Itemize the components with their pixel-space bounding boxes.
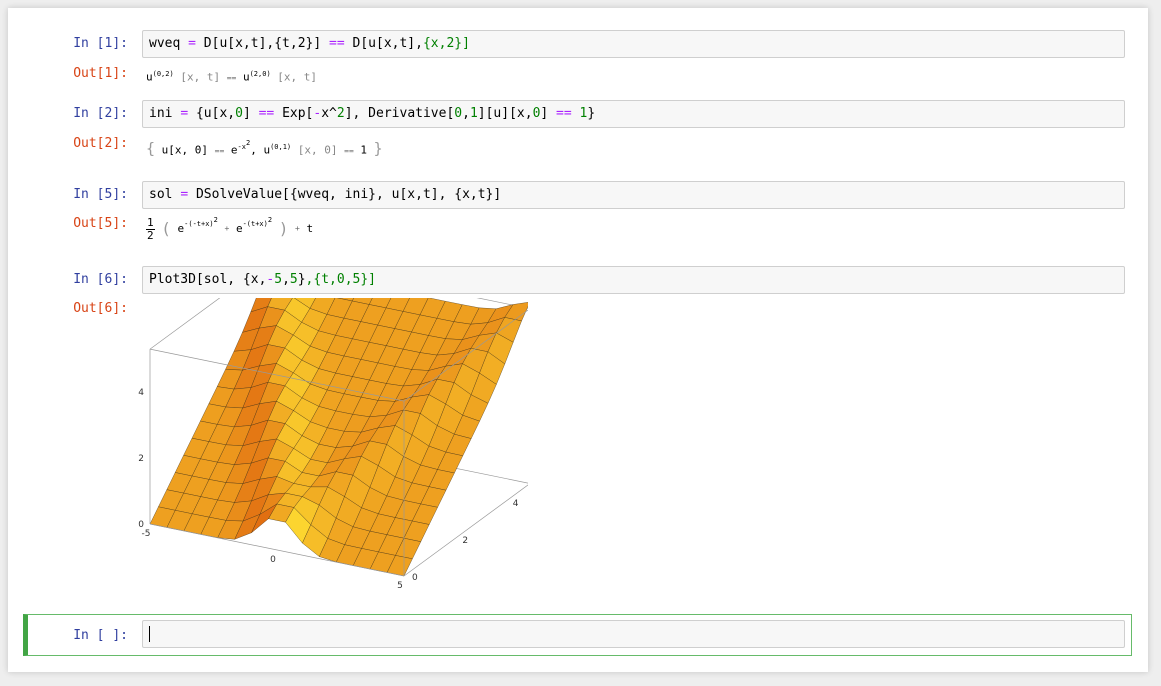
input-prompt-1: In [1]: (73, 36, 128, 51)
code-token: ] (242, 106, 259, 121)
output-sup: (0,1) (270, 143, 292, 151)
fraction-denominator: 2 (147, 228, 154, 242)
output-plus: + (224, 224, 230, 233)
code-token: ] (540, 106, 557, 121)
output-args: [x, 0] (297, 143, 338, 157)
tick-label: 5 (397, 581, 403, 591)
output-sup: 2 (245, 139, 251, 147)
code-token: 5 (289, 272, 298, 287)
output-brace: } (373, 139, 383, 158)
code-token: {u[x, (188, 106, 236, 121)
input-prompt-active: In [ ]: (73, 628, 128, 643)
code-token: 0 (235, 106, 243, 121)
output-sup: -(-t+x) (184, 220, 214, 228)
code-token: 5 (274, 272, 283, 287)
output-paren: ) (278, 219, 289, 238)
code-token: } (587, 106, 596, 121)
output-comma: , (250, 143, 257, 157)
output-5: 1 2 ( e-(-t+x)2 + e-(t+x)2 ) + t (146, 213, 313, 249)
plot3d-surface: 024-505024 (138, 298, 528, 591)
code-token: wveq (149, 36, 181, 51)
tick-label: 4 (138, 388, 144, 398)
code-token: 0 (336, 272, 345, 287)
output-prompt-6: Out[6]: (73, 301, 128, 316)
code-token: == (329, 36, 345, 51)
output-paren: ( (161, 219, 171, 238)
code-token: = (180, 106, 189, 121)
output-plus: + (294, 224, 300, 233)
tick-label: 0 (270, 555, 276, 565)
code-cell-active[interactable] (142, 620, 1125, 648)
output-sup: 2 (267, 216, 273, 224)
output-fraction: 1 2 (146, 215, 155, 242)
code-token: == (556, 106, 572, 121)
code-token: = (180, 187, 189, 202)
input-prompt-2: In [2]: (73, 106, 128, 121)
output-prompt-1: Out[1]: (73, 66, 128, 81)
output-eq: == (344, 146, 354, 156)
tick-label: 4 (513, 499, 519, 509)
code-token: D[u[x,t], (344, 36, 423, 51)
output-sup: (0,2) (152, 70, 174, 78)
code-token: 2 (336, 106, 345, 121)
code-token: ], Derivative[ (344, 106, 455, 121)
code-token: x^ (321, 106, 337, 121)
code-token: sol (149, 187, 173, 202)
code-token: Exp[ (274, 106, 314, 121)
code-token: Plot3D[sol, {x, (149, 272, 267, 287)
output-brace: { (146, 139, 156, 158)
code-token: ,{t, (305, 272, 337, 287)
code-token: 1 (469, 106, 478, 121)
output-term: u (146, 70, 153, 84)
notebook-container: In [1]: wveq = D[u[x,t],{t,2}] == D[u[x,… (8, 8, 1148, 672)
code-token: 0 (454, 106, 463, 121)
code-token: ][u][x, (477, 106, 533, 121)
text-cursor (149, 626, 150, 642)
code-cell-6[interactable]: Plot3D[sol, {x,-5,5},{t,0,5}] (142, 266, 1125, 294)
output-sup: -x (237, 143, 246, 151)
output-1: u(0,2) [x, t] == u(2,0) [x, t] (146, 67, 317, 86)
output-term: 1 (360, 143, 368, 157)
code-token: == (258, 106, 275, 121)
output-term: e (235, 222, 243, 235)
code-token: , (282, 272, 290, 287)
output-sup: 2 (213, 216, 218, 224)
tick-label: -5 (142, 529, 151, 539)
code-token: } (297, 272, 306, 287)
code-token: }] (454, 36, 470, 51)
code-cell-2[interactable]: ini = {u[x,0] == Exp[-x^2], Derivative[0… (142, 100, 1125, 128)
code-token: D[u[x,t],{t,2}] (195, 36, 330, 51)
tick-label: 2 (138, 454, 144, 464)
code-token: {x, (422, 36, 447, 51)
output-2: { u[x, 0] == e-x2, u(0,1) [x, 0] == 1 } (146, 139, 383, 159)
code-token: , (462, 106, 470, 121)
output-eq: == (214, 146, 225, 156)
output-eq: == (226, 73, 237, 83)
code-token: }] (360, 272, 376, 287)
output-args: [x, t] (277, 70, 318, 84)
code-cell-1[interactable]: wveq = D[u[x,t],{t,2}] == D[u[x,t],{x,2}… (142, 30, 1125, 58)
output-args: [x, t] (180, 70, 221, 84)
output-prompt-2: Out[2]: (73, 136, 128, 151)
code-token: ini (149, 106, 173, 121)
code-token: = (188, 36, 196, 51)
output-term: u (242, 70, 250, 84)
code-cell-5[interactable]: sol = DSolveValue[{wveq, ini}, u[x,t], {… (142, 181, 1125, 209)
tick-label: 0 (412, 573, 418, 583)
output-sup: (2,0) (249, 70, 271, 78)
code-token: , (344, 272, 353, 287)
output-sup: -(t+x) (242, 220, 268, 228)
code-token: DSolveValue[{wveq, ini}, u[x,t], {x,t}] (188, 187, 502, 202)
fraction-numerator: 1 (146, 215, 155, 230)
output-term: e (230, 143, 238, 157)
output-term: t (306, 222, 314, 235)
output-prompt-5: Out[5]: (73, 216, 128, 231)
input-prompt-5: In [5]: (73, 187, 128, 202)
surface-mesh (149, 298, 528, 577)
input-prompt-6: In [6]: (73, 272, 128, 287)
tick-label: 2 (462, 536, 468, 546)
output-term: u[x, 0] (161, 143, 209, 157)
